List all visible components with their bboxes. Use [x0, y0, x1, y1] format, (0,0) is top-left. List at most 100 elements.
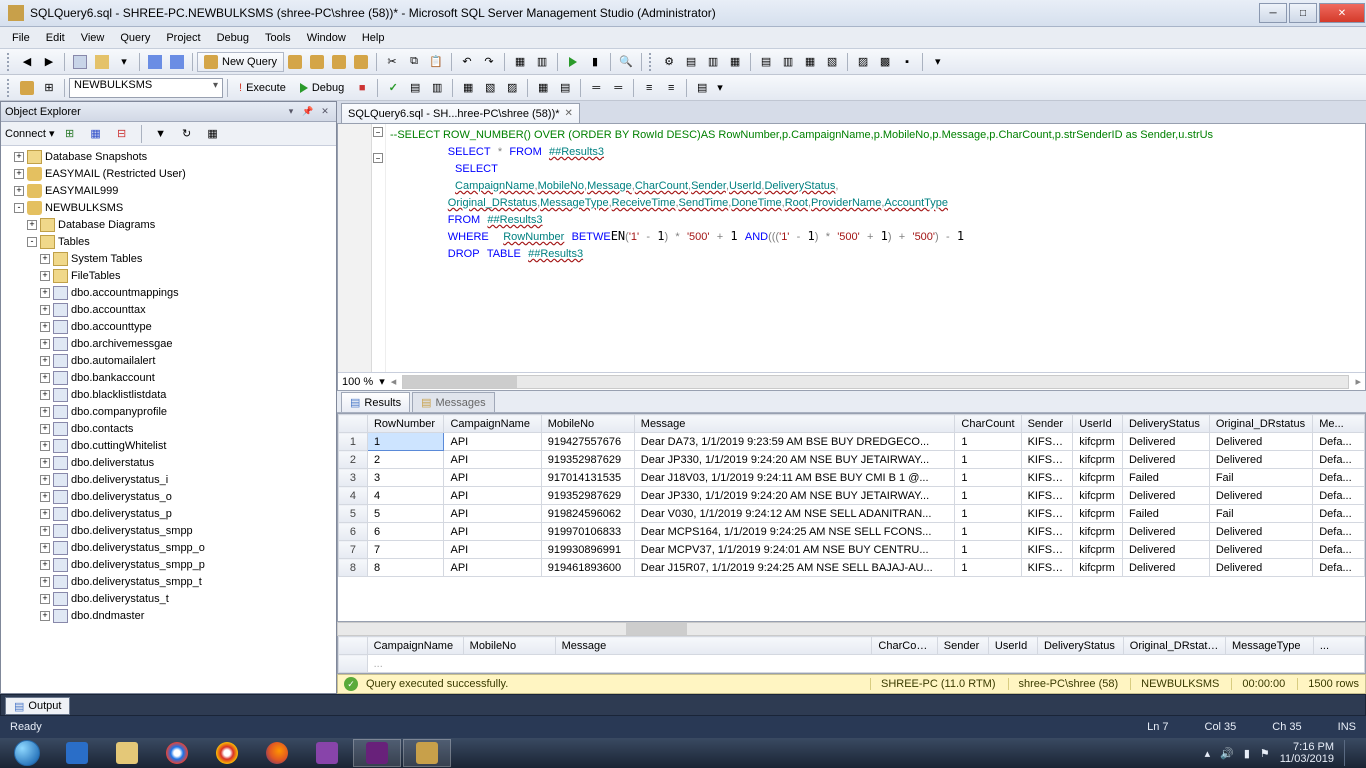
- debug-button[interactable]: Debug: [293, 79, 351, 97]
- undo-button[interactable]: ↶: [457, 52, 477, 72]
- table-cell[interactable]: 4: [339, 487, 368, 505]
- column-header[interactable]: CampaignName: [444, 415, 541, 433]
- table-cell[interactable]: Delivered: [1209, 559, 1312, 577]
- db-icon-3[interactable]: [329, 52, 349, 72]
- new-project-button[interactable]: [70, 52, 90, 72]
- oe-btn-2[interactable]: ▦: [86, 124, 106, 144]
- nav-back-button[interactable]: ◀: [17, 52, 37, 72]
- taskbar-chrome-canary[interactable]: [153, 739, 201, 767]
- table-cell[interactable]: Delivered: [1209, 487, 1312, 505]
- taskbar-chrome[interactable]: [203, 739, 251, 767]
- table-cell[interactable]: Delivered: [1209, 451, 1312, 469]
- column-header[interactable]: Original_DRstatus: [1209, 415, 1312, 433]
- table-cell[interactable]: kifcprm: [1073, 541, 1123, 559]
- table-cell[interactable]: Dear MCPV37, 1/1/2019 9:24:01 AM NSE BUY…: [634, 541, 955, 559]
- tree-node[interactable]: +dbo.deliverystatus_smpp_o: [1, 539, 336, 556]
- connect-dropdown[interactable]: Connect ▾: [5, 127, 55, 140]
- table-cell[interactable]: Dear V030, 1/1/2019 9:24:12 AM NSE SELL …: [634, 505, 955, 523]
- table-cell[interactable]: 1: [955, 559, 1021, 577]
- tb2-misc-5[interactable]: ▨: [502, 78, 522, 98]
- execute-button[interactable]: ! Execute: [232, 79, 293, 97]
- expander-icon[interactable]: +: [40, 492, 50, 502]
- maximize-button[interactable]: □: [1289, 3, 1317, 23]
- table-cell[interactable]: 1: [339, 433, 368, 451]
- redo-button[interactable]: ↷: [479, 52, 499, 72]
- column-header[interactable]: Message: [555, 637, 872, 655]
- column-header[interactable]: [339, 415, 368, 433]
- menu-view[interactable]: View: [73, 30, 113, 46]
- table-cell[interactable]: Defa...: [1313, 451, 1365, 469]
- table-cell[interactable]: kifcprm: [1073, 451, 1123, 469]
- table-cell[interactable]: Delivered: [1122, 451, 1209, 469]
- paste-button[interactable]: 📋: [426, 52, 446, 72]
- taskbar-ssms[interactable]: [403, 739, 451, 767]
- table-row[interactable]: 77API919930896991Dear MCPV37, 1/1/2019 9…: [339, 541, 1365, 559]
- tb-misc-7[interactable]: ▤: [756, 52, 776, 72]
- toolbar-grip-icon-2[interactable]: [649, 53, 655, 71]
- table-cell[interactable]: Failed: [1122, 469, 1209, 487]
- expander-icon[interactable]: +: [40, 441, 50, 451]
- disconnect-button[interactable]: ⊟: [112, 124, 132, 144]
- tree-node[interactable]: +dbo.archivemessgae: [1, 335, 336, 352]
- tree-node[interactable]: +dbo.bankaccount: [1, 369, 336, 386]
- collapse-icon[interactable]: −: [373, 153, 383, 163]
- tb2-misc-3[interactable]: ▦: [458, 78, 478, 98]
- table-cell[interactable]: API: [444, 487, 541, 505]
- table-cell[interactable]: kifcprm: [1073, 505, 1123, 523]
- table-cell[interactable]: Defa...: [1313, 541, 1365, 559]
- props-button[interactable]: ⚙: [659, 52, 679, 72]
- table-cell[interactable]: 1: [955, 541, 1021, 559]
- tb-misc-11[interactable]: ▨: [853, 52, 873, 72]
- table-cell[interactable]: 1: [955, 487, 1021, 505]
- oe-btn-1[interactable]: ⊞: [60, 124, 80, 144]
- table-cell[interactable]: Dear JP330, 1/1/2019 9:24:20 AM NSE BUY …: [634, 487, 955, 505]
- expander-icon[interactable]: +: [40, 373, 50, 383]
- table-cell[interactable]: API: [444, 541, 541, 559]
- table-row[interactable]: 22API919352987629Dear JP330, 1/1/2019 9:…: [339, 451, 1365, 469]
- indent-button[interactable]: ≡: [639, 78, 659, 98]
- table-cell[interactable]: Delivered: [1209, 523, 1312, 541]
- expander-icon[interactable]: +: [40, 458, 50, 468]
- tree-node[interactable]: +dbo.deliverystatus_i: [1, 471, 336, 488]
- table-cell[interactable]: Defa...: [1313, 505, 1365, 523]
- taskbar-firefox[interactable]: [253, 739, 301, 767]
- menu-edit[interactable]: Edit: [38, 30, 73, 46]
- results-grid-2[interactable]: CampaignNameMobileNoMessageCharCountSend…: [337, 636, 1366, 674]
- new-query-button[interactable]: New Query: [197, 52, 284, 72]
- close-tab-icon[interactable]: ✕: [565, 108, 573, 119]
- minimize-button[interactable]: ─: [1259, 3, 1287, 23]
- tb-misc-6[interactable]: ▦: [725, 52, 745, 72]
- table-cell[interactable]: Defa...: [1313, 487, 1365, 505]
- column-header[interactable]: UserId: [988, 637, 1037, 655]
- copy-button[interactable]: ⧉: [404, 52, 424, 72]
- table-cell[interactable]: 1: [955, 433, 1021, 451]
- expander-icon[interactable]: +: [14, 169, 24, 179]
- tb2-misc-2[interactable]: ▥: [427, 78, 447, 98]
- column-header[interactable]: CharCount: [872, 637, 937, 655]
- table-cell[interactable]: kifcprm: [1073, 469, 1123, 487]
- save-all-button[interactable]: [167, 52, 187, 72]
- table-row[interactable]: 33API917014131535Dear J18V03, 1/1/2019 9…: [339, 469, 1365, 487]
- column-header[interactable]: CampaignName: [367, 637, 463, 655]
- expander-icon[interactable]: +: [27, 220, 37, 230]
- stop-button[interactable]: ■: [352, 78, 372, 98]
- tree-node[interactable]: +dbo.deliverystatus_p: [1, 505, 336, 522]
- table-cell[interactable]: 1: [955, 469, 1021, 487]
- tb-misc-2[interactable]: ▥: [532, 52, 552, 72]
- tb2-misc-1[interactable]: ▤: [405, 78, 425, 98]
- zoom-level[interactable]: 100 %: [342, 376, 373, 388]
- uncomment-button[interactable]: ═: [608, 78, 628, 98]
- taskbar-ie[interactable]: [53, 739, 101, 767]
- tree-node[interactable]: -NEWBULKSMS: [1, 199, 336, 216]
- column-header[interactable]: CharCount: [955, 415, 1021, 433]
- column-header[interactable]: MobileNo: [463, 637, 555, 655]
- taskbar-app[interactable]: [303, 739, 351, 767]
- table-cell[interactable]: Delivered: [1209, 433, 1312, 451]
- table-cell[interactable]: Defa...: [1313, 523, 1365, 541]
- table-cell[interactable]: Delivered: [1122, 541, 1209, 559]
- expander-icon[interactable]: +: [40, 424, 50, 434]
- menu-file[interactable]: File: [4, 30, 38, 46]
- tb-misc-3[interactable]: ▮: [585, 52, 605, 72]
- column-header[interactable]: UserId: [1073, 415, 1123, 433]
- table-cell[interactable]: 919352987629: [541, 451, 634, 469]
